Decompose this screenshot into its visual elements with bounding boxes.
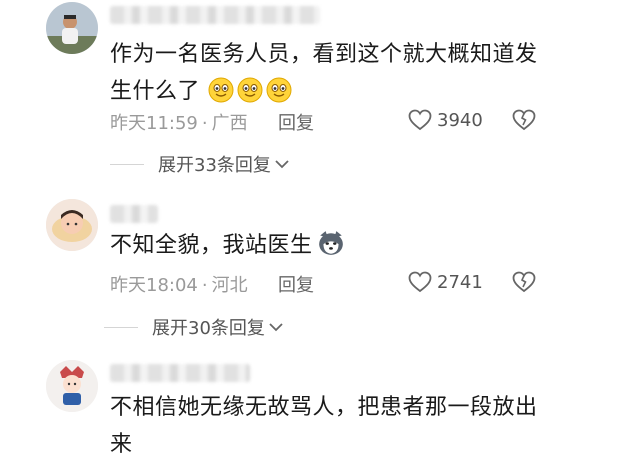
- username-blurred: [110, 364, 250, 382]
- like-button[interactable]: 3940: [408, 109, 483, 131]
- expand-replies-button[interactable]: 展开30条回复: [104, 314, 284, 340]
- reply-button[interactable]: 回复: [278, 109, 314, 135]
- expand-replies-label: 展开30条回复: [152, 318, 265, 339]
- comment-item: 不相信她无缘无故骂人，把患者那一段放出 来: [0, 355, 640, 472]
- comment-item: 不知全貌，我站医生 昨天18:04 · 河北 回复 2741 展开30条回复: [0, 195, 640, 350]
- heart-icon: [408, 271, 432, 293]
- comment-text-line-2: 生什么了: [110, 73, 580, 110]
- man-photo-avatar-icon: [46, 2, 98, 54]
- like-count: 2741: [437, 271, 483, 293]
- separator: ·: [201, 113, 208, 134]
- expand-replies-button[interactable]: 展开33条回复: [110, 151, 290, 177]
- separator: ·: [201, 275, 208, 296]
- reply-button[interactable]: 回复: [278, 271, 314, 297]
- divider-line: [110, 163, 144, 165]
- cartoon-avatar-icon: [46, 360, 98, 412]
- husky-dog-emoji-icon: [318, 231, 343, 255]
- comment-text: 不相信她无缘无故骂人，把患者那一段放出 来: [110, 389, 580, 463]
- comment-time: 昨天11:59: [110, 113, 198, 134]
- grinning-emoji-icon: [208, 77, 234, 103]
- expand-replies-label: 展开33条回复: [158, 155, 271, 176]
- comment-location: 广西: [211, 113, 248, 134]
- comment-text-line-2: 来: [110, 432, 133, 457]
- grinning-emoji-icon: [237, 77, 263, 103]
- divider-line: [104, 326, 138, 328]
- username-blurred: [110, 6, 320, 24]
- dislike-button[interactable]: [512, 109, 536, 135]
- broken-heart-icon: [512, 109, 536, 131]
- chevron-down-icon: [269, 323, 283, 332]
- heart-icon: [408, 109, 432, 131]
- username-blurred: [110, 205, 158, 223]
- dislike-button[interactable]: [512, 271, 536, 297]
- comment-time: 昨天18:04: [110, 275, 198, 296]
- broken-heart-icon: [512, 271, 536, 293]
- chevron-down-icon: [275, 160, 289, 169]
- comment-text-line: 不知全貌，我站医生: [110, 233, 313, 258]
- comment-text: 不知全貌，我站医生: [110, 227, 580, 264]
- comment-meta: 昨天18:04 · 河北: [110, 271, 248, 297]
- avatar[interactable]: [46, 2, 98, 54]
- comment-location: 河北: [211, 275, 248, 296]
- comment-item: 作为一名医务人员，看到这个就大概知道发 生什么了 昨天11:59 · 广西 回复 3…: [0, 0, 640, 190]
- avatar[interactable]: [46, 360, 98, 412]
- comment-text-line: 作为一名医务人员，看到这个就大概知道发: [110, 42, 538, 67]
- comment-text-line: 不相信她无缘无故骂人，把患者那一段放出: [110, 395, 538, 420]
- like-count: 3940: [437, 109, 483, 131]
- like-button[interactable]: 2741: [408, 271, 483, 293]
- comment-text: 作为一名医务人员，看到这个就大概知道发 生什么了: [110, 36, 580, 110]
- comment-meta: 昨天11:59 · 广西: [110, 109, 248, 135]
- grinning-emoji-icon: [266, 77, 292, 103]
- child-photo-avatar-icon: [46, 199, 98, 251]
- avatar[interactable]: [46, 199, 98, 251]
